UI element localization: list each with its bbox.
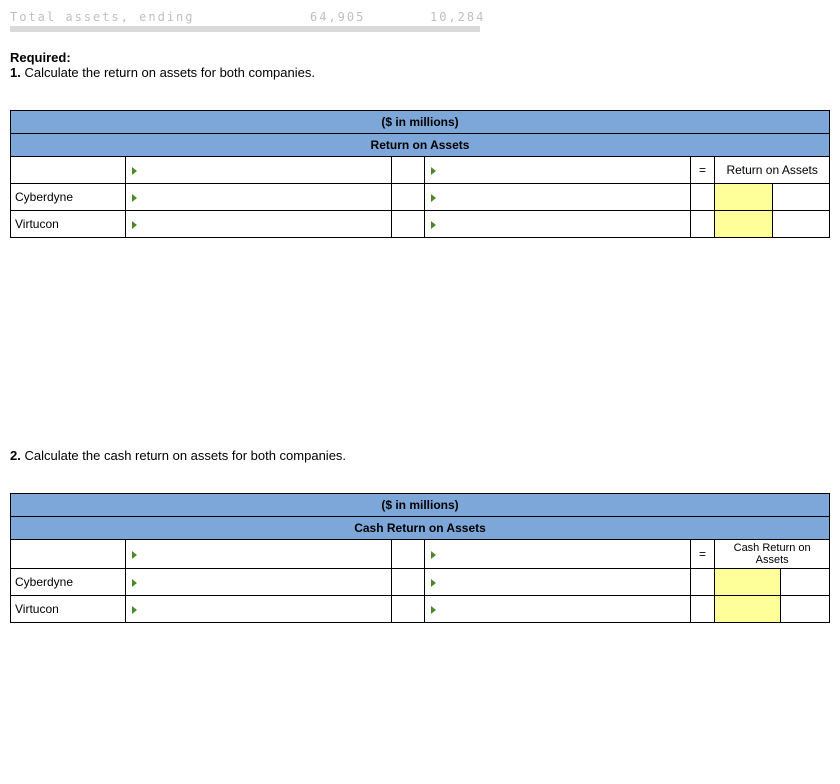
- cutoff-val1: 64,905: [310, 10, 430, 24]
- dropdown-icon: [132, 606, 137, 614]
- result-header: Cash Return on Assets: [715, 540, 830, 569]
- dropdown-icon: [132, 221, 137, 229]
- dropdown-icon: [132, 551, 137, 559]
- units-header: ($ in millions): [11, 111, 830, 134]
- result-suffix: [772, 184, 829, 211]
- result-header: Return on Assets: [715, 157, 830, 184]
- slash-cell: [391, 157, 424, 184]
- question-text-1: Calculate the return on assets for both …: [24, 65, 315, 80]
- title-header: Return on Assets: [11, 134, 830, 157]
- cutoff-val2: 10,284: [430, 10, 550, 24]
- company-label: Cyberdyne: [11, 569, 126, 596]
- dropdown-icon: [431, 221, 436, 229]
- result-input[interactable]: [715, 184, 772, 211]
- dropdown-icon: [431, 579, 436, 587]
- dropdown-icon: [431, 551, 436, 559]
- result-suffix: [780, 596, 829, 623]
- equals-cell: =: [690, 157, 715, 184]
- required-block-2: 2. Calculate the cash return on assets f…: [10, 448, 830, 463]
- numerator-input[interactable]: [125, 596, 391, 623]
- result-input[interactable]: [715, 211, 772, 238]
- dropdown-icon: [132, 194, 137, 202]
- company-label: Cyberdyne: [11, 184, 126, 211]
- denominator-header-cell[interactable]: [424, 540, 690, 569]
- table-row: Virtucon: [11, 596, 830, 623]
- blank-eq-cell: [690, 596, 715, 623]
- dropdown-icon: [431, 606, 436, 614]
- numerator-input[interactable]: [125, 211, 391, 238]
- cutoff-data-row: Total assets, ending 64,905 10,284: [10, 10, 830, 24]
- cutoff-label: Total assets, ending: [10, 10, 310, 24]
- numerator-input[interactable]: [125, 184, 391, 211]
- equals-cell: =: [690, 540, 715, 569]
- company-label: Virtucon: [11, 211, 126, 238]
- blank-eq-cell: [690, 211, 715, 238]
- result-input[interactable]: [715, 569, 781, 596]
- blank-eq-cell: [690, 184, 715, 211]
- table-row: Cyberdyne: [11, 184, 830, 211]
- denominator-input[interactable]: [424, 184, 690, 211]
- div-cell: [391, 211, 424, 238]
- return-on-assets-table: ($ in millions) Return on Assets = Retur…: [10, 110, 830, 238]
- formula-row: = Return on Assets: [11, 157, 830, 184]
- denominator-input[interactable]: [424, 569, 690, 596]
- required-heading: Required:: [10, 50, 71, 65]
- scrollbar-fragment: [10, 26, 480, 32]
- div-cell: [391, 596, 424, 623]
- slash-cell: [391, 540, 424, 569]
- numerator-header-cell[interactable]: [125, 540, 391, 569]
- div-cell: [391, 184, 424, 211]
- dropdown-icon: [431, 194, 436, 202]
- question-text-2: Calculate the cash return on assets for …: [24, 448, 346, 463]
- title-header: Cash Return on Assets: [11, 517, 830, 540]
- dropdown-icon: [132, 579, 137, 587]
- formula-row: = Cash Return on Assets: [11, 540, 830, 569]
- units-header: ($ in millions): [11, 494, 830, 517]
- question-number-2: 2.: [10, 448, 21, 463]
- result-input[interactable]: [715, 596, 781, 623]
- dropdown-icon: [132, 167, 137, 175]
- blank-eq-cell: [690, 569, 715, 596]
- dropdown-icon: [431, 167, 436, 175]
- question-number-1: 1.: [10, 65, 21, 80]
- required-block-1: Required: 1. Calculate the return on ass…: [10, 50, 830, 80]
- blank-cell: [11, 157, 126, 184]
- div-cell: [391, 569, 424, 596]
- numerator-header-cell[interactable]: [125, 157, 391, 184]
- table-row: Cyberdyne: [11, 569, 830, 596]
- numerator-input[interactable]: [125, 569, 391, 596]
- table-row: Virtucon: [11, 211, 830, 238]
- denominator-input[interactable]: [424, 596, 690, 623]
- denominator-header-cell[interactable]: [424, 157, 690, 184]
- result-suffix: [772, 211, 829, 238]
- result-suffix: [780, 569, 829, 596]
- cash-return-on-assets-table: ($ in millions) Cash Return on Assets = …: [10, 493, 830, 623]
- company-label: Virtucon: [11, 596, 126, 623]
- denominator-input[interactable]: [424, 211, 690, 238]
- blank-cell: [11, 540, 126, 569]
